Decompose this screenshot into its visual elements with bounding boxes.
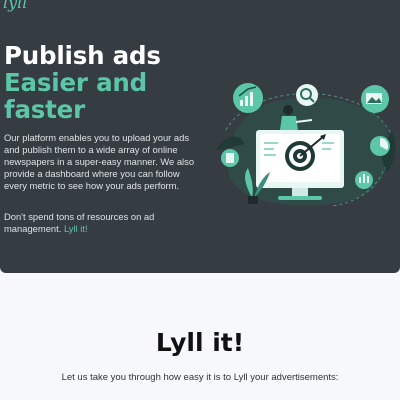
headline-line-2: Easier and (4, 68, 147, 97)
hero-cta-text: Don't spend tons of resources on ad mana… (4, 211, 200, 235)
document-icon (221, 149, 239, 167)
headline-line-1: Publish ads (4, 41, 161, 70)
brand-logo[interactable]: lyll (3, 0, 27, 12)
headline-line-3: faster (4, 95, 85, 124)
hero-description: Our platform enables you to upload your … (4, 132, 195, 191)
cta-link[interactable]: Lyll it! (64, 223, 88, 234)
section-subtitle: Let us take you through how easy it is t… (61, 372, 339, 383)
magnifier-icon (296, 84, 318, 106)
hero-headline: Publish ads Easier and faster (4, 42, 161, 123)
hero-illustration (216, 83, 396, 207)
hero-section: lyll Publish ads Easier and faster Our p… (0, 0, 400, 273)
gear-chart-icon (355, 171, 373, 189)
pie-chart-icon (370, 136, 390, 156)
section-title: Lyll it! (155, 328, 245, 357)
image-card-icon (361, 85, 389, 113)
growth-chart-icon (233, 83, 263, 113)
